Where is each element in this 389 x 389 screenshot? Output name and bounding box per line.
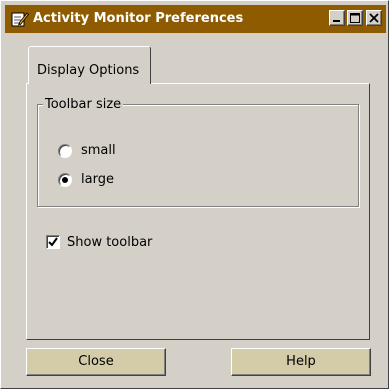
checkmark-icon [48, 237, 58, 247]
radio-selected-dot [62, 177, 68, 183]
preferences-dialog: Activity Monitor Preferences Display Opt… [0, 0, 389, 389]
radio-small-label[interactable]: small [81, 143, 116, 158]
radio-large-label[interactable]: large [81, 172, 114, 187]
radio-large[interactable] [58, 173, 72, 187]
show-toolbar-checkbox[interactable] [46, 235, 60, 249]
edit-pencil-icon [11, 10, 30, 28]
maximize-icon [350, 13, 360, 23]
minimize-icon [333, 20, 340, 22]
show-toolbar-label[interactable]: Show toolbar [67, 235, 152, 250]
maximize-button[interactable] [347, 10, 363, 26]
toolbar-size-group-label: Toolbar size [43, 97, 124, 112]
close-icon [369, 13, 379, 23]
close-window-button[interactable] [366, 10, 382, 26]
title-bar[interactable]: Activity Monitor Preferences [5, 5, 386, 33]
close-button[interactable]: Close [26, 348, 166, 376]
radio-small[interactable] [58, 144, 72, 158]
tab-label: Display Options [37, 63, 140, 78]
window-title: Activity Monitor Preferences [33, 11, 244, 26]
help-button[interactable]: Help [231, 348, 371, 376]
tab-display-options[interactable]: Display Options [28, 46, 151, 84]
minimize-button[interactable] [329, 10, 345, 26]
